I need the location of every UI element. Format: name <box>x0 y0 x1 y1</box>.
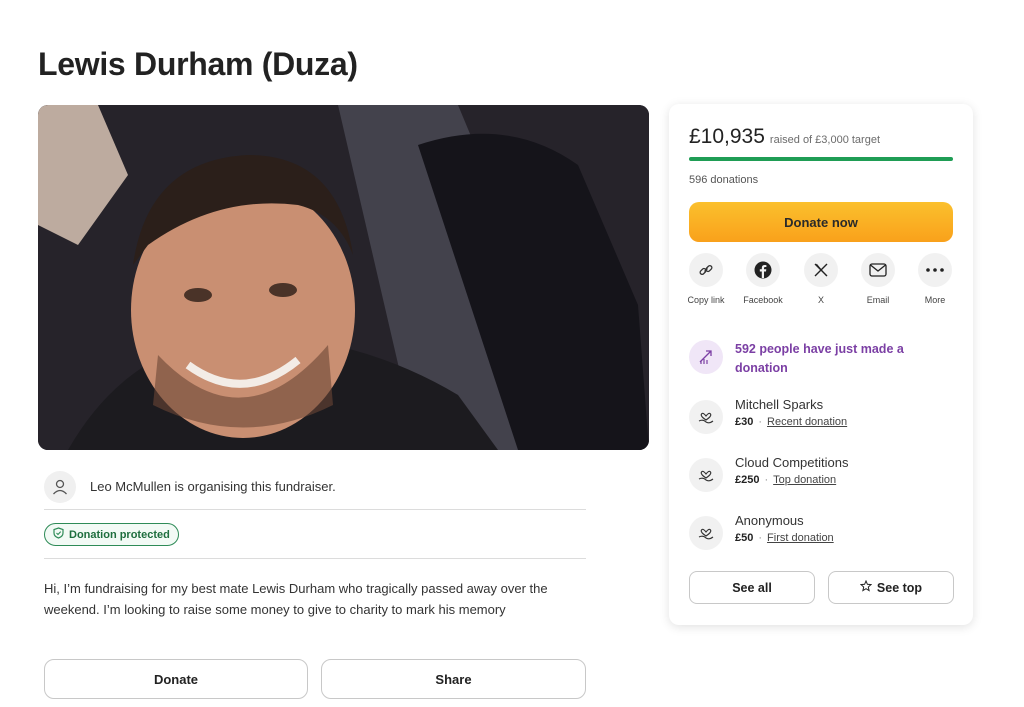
separator-dot: · <box>758 416 763 428</box>
separator-dot: · <box>758 532 763 544</box>
x-icon <box>804 253 838 287</box>
share-copy-link[interactable]: Copy link <box>687 253 725 306</box>
share-label: Copy link <box>687 295 725 305</box>
donor-name: Mitchell Sparks <box>735 397 824 412</box>
share-label: Email <box>866 295 890 305</box>
share-email[interactable]: Email <box>861 253 895 306</box>
heart-hand-icon <box>689 458 723 492</box>
progress-fill <box>689 157 953 161</box>
see-all-label: See all <box>732 580 772 595</box>
raised-amount: £10,935 <box>689 125 765 148</box>
raised-target: raised of £3,000 target <box>769 134 880 146</box>
story-text: Hi, I’m fundraising for my best mate Lew… <box>44 581 548 617</box>
share-facebook[interactable]: Facebook <box>743 253 783 306</box>
donation-protected-badge[interactable]: Donation protected <box>44 523 179 546</box>
donate-button[interactable]: Donate <box>44 659 308 699</box>
protection-row: Donation protected <box>44 511 586 559</box>
share-label: More <box>924 295 946 305</box>
badge-label: Donation protected <box>69 528 170 541</box>
share-button[interactable]: Share <box>321 659 586 699</box>
raised-summary: £10,935 raised of £3,000 target <box>689 125 880 149</box>
separator-dot: · <box>764 474 769 486</box>
donor-item: Mitchell Sparks £30 · Recent donation <box>689 396 847 434</box>
share-more[interactable]: More <box>918 253 952 306</box>
page-title: Lewis Durham (Duza) <box>38 46 358 82</box>
organiser-row: Leo McMullen is organising this fundrais… <box>44 464 586 510</box>
donor-item: Cloud Competitions £250 · Top donation <box>689 454 848 492</box>
donor-type-link[interactable]: Top donation <box>773 474 836 486</box>
see-all-button[interactable]: See all <box>689 571 815 604</box>
heart-hand-icon <box>689 516 723 550</box>
facebook-icon <box>746 253 780 287</box>
share-label: Facebook <box>743 295 783 305</box>
donor-amount: £250 <box>735 474 760 486</box>
heart-hand-icon <box>689 400 723 434</box>
trending-icon <box>689 340 723 374</box>
donor-name: Anonymous <box>735 513 804 528</box>
recent-activity-text: 592 people have just made a donation <box>735 342 904 375</box>
donor-name: Cloud Competitions <box>735 455 849 470</box>
email-icon <box>861 253 895 287</box>
shield-icon <box>53 527 64 542</box>
donor-amount: £50 <box>735 532 754 544</box>
share-x[interactable]: X <box>804 253 838 306</box>
recent-activity: 592 people have just made a donation <box>689 340 935 378</box>
more-icon <box>918 253 952 287</box>
donation-count: 596 donations <box>689 174 759 186</box>
share-label: X <box>817 295 824 305</box>
donor-type-link[interactable]: Recent donation <box>767 416 847 428</box>
donor-type-link[interactable]: First donation <box>767 532 834 544</box>
organiser-text: Leo McMullen is organising this fundrais… <box>90 479 336 494</box>
progress-bar <box>689 157 953 161</box>
see-top-label: See top <box>876 580 923 595</box>
star-icon <box>859 579 873 595</box>
campaign-photo <box>38 105 649 450</box>
user-icon <box>44 470 76 503</box>
link-icon <box>689 253 723 287</box>
donor-amount: £30 <box>735 416 754 428</box>
donation-card: £10,935 raised of £3,000 target 596 dona… <box>669 104 973 625</box>
donate-now-button[interactable]: Donate now <box>689 202 953 242</box>
see-top-button[interactable]: See top <box>828 571 954 604</box>
donor-item: Anonymous £50 · First donation <box>689 512 834 550</box>
